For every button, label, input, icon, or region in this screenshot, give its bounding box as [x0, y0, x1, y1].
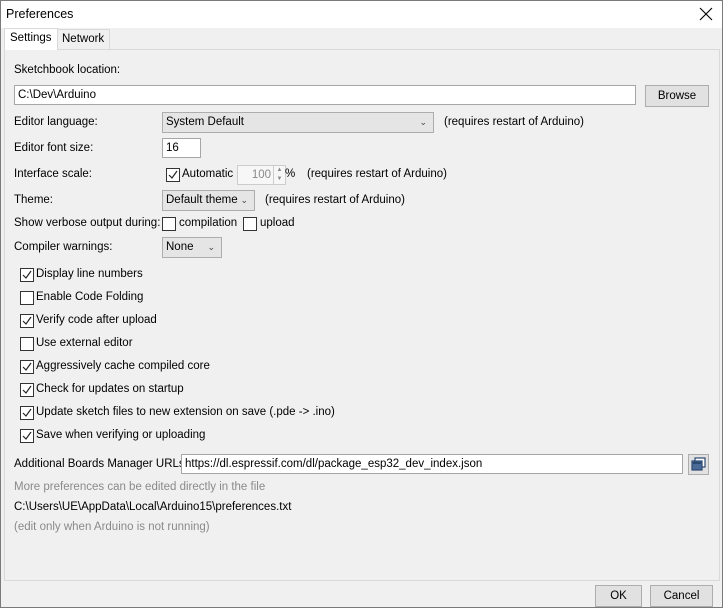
theme-restart-note: (requires restart of Arduino): [265, 194, 405, 206]
automatic-label: Automatic: [182, 168, 234, 180]
cancel-button[interactable]: Cancel: [650, 585, 713, 607]
option-label: Save when verifying or uploading: [36, 429, 206, 441]
prefs-file-path: C:\Users\UE\AppData\Local\Arduino15\pref…: [14, 501, 292, 513]
option-checkbox[interactable]: [20, 291, 34, 305]
upload-label: upload: [260, 217, 295, 229]
settings-panel: Sketchbook location: C:\Dev\Arduino Brow…: [4, 49, 720, 581]
verbose-output-label: Show verbose output during:: [14, 217, 161, 229]
upload-checkbox[interactable]: [243, 217, 257, 231]
option-checkbox[interactable]: [20, 268, 34, 282]
option-checkbox[interactable]: [20, 383, 34, 397]
option-label: Enable Code Folding: [36, 291, 144, 303]
boards-urls-label: Additional Boards Manager URLs:: [14, 458, 188, 470]
editor-language-label: Editor language:: [14, 116, 98, 128]
more-prefs-note: More preferences can be edited directly …: [14, 481, 266, 493]
option-label: Check for updates on startup: [36, 383, 184, 395]
theme-value: Default theme: [166, 194, 238, 206]
option-label: Update sketch files to new extension on …: [36, 406, 335, 418]
option-label: Verify code after upload: [36, 314, 157, 326]
ok-button[interactable]: OK: [595, 585, 642, 607]
compiler-warnings-value: None: [166, 241, 194, 253]
option-label: Aggressively cache compiled core: [36, 360, 210, 372]
close-icon[interactable]: [696, 4, 716, 24]
tab-network[interactable]: Network: [56, 29, 111, 49]
option-checkbox[interactable]: [20, 406, 34, 420]
sketchbook-location-input[interactable]: C:\Dev\Arduino: [14, 85, 636, 105]
browse-button[interactable]: Browse: [645, 85, 709, 107]
interface-scale-spinner[interactable]: 100 ▲ ▼: [237, 165, 286, 185]
windows-icon: [691, 457, 706, 471]
compiler-warnings-label: Compiler warnings:: [14, 241, 113, 253]
edit-note: (edit only when Arduino is not running): [14, 521, 210, 533]
font-size-input[interactable]: 16: [162, 138, 201, 158]
option-checkbox[interactable]: [20, 314, 34, 328]
title-bar: Preferences: [1, 1, 722, 28]
boards-urls-input[interactable]: https://dl.espressif.com/dl/package_esp3…: [181, 454, 683, 474]
scale-value: 100: [251, 169, 271, 181]
compiler-warnings-select[interactable]: None ⌄: [162, 237, 222, 258]
spinner-arrows-icon: ▲ ▼: [273, 166, 285, 184]
interface-scale-label: Interface scale:: [14, 168, 92, 180]
option-label: Display line numbers: [36, 268, 143, 280]
chevron-down-icon: ⌄: [240, 195, 248, 205]
language-restart-note: (requires restart of Arduino): [444, 116, 584, 128]
option-label: Use external editor: [36, 337, 133, 349]
window-title: Preferences: [6, 7, 74, 21]
edit-urls-button[interactable]: [688, 454, 709, 475]
scale-restart-note: (requires restart of Arduino): [307, 168, 447, 180]
editor-language-select[interactable]: System Default ⌄: [162, 112, 434, 133]
theme-label: Theme:: [14, 194, 53, 206]
preferences-dialog: Preferences Settings Network Sketchbook …: [0, 0, 723, 608]
automatic-checkbox[interactable]: [166, 168, 180, 182]
percent-label: %: [285, 168, 296, 180]
chevron-down-icon: ⌄: [207, 242, 215, 252]
compilation-label: compilation: [179, 217, 238, 229]
sketchbook-label: Sketchbook location:: [14, 64, 121, 76]
option-checkbox[interactable]: [20, 337, 34, 351]
chevron-down-icon: ⌄: [419, 117, 427, 127]
compilation-checkbox[interactable]: [162, 217, 176, 231]
font-size-label: Editor font size:: [14, 142, 94, 154]
editor-language-value: System Default: [166, 116, 244, 128]
option-checkbox[interactable]: [20, 360, 34, 374]
theme-select[interactable]: Default theme ⌄: [162, 190, 255, 211]
tab-settings[interactable]: Settings: [4, 28, 58, 50]
option-checkbox[interactable]: [20, 429, 34, 443]
